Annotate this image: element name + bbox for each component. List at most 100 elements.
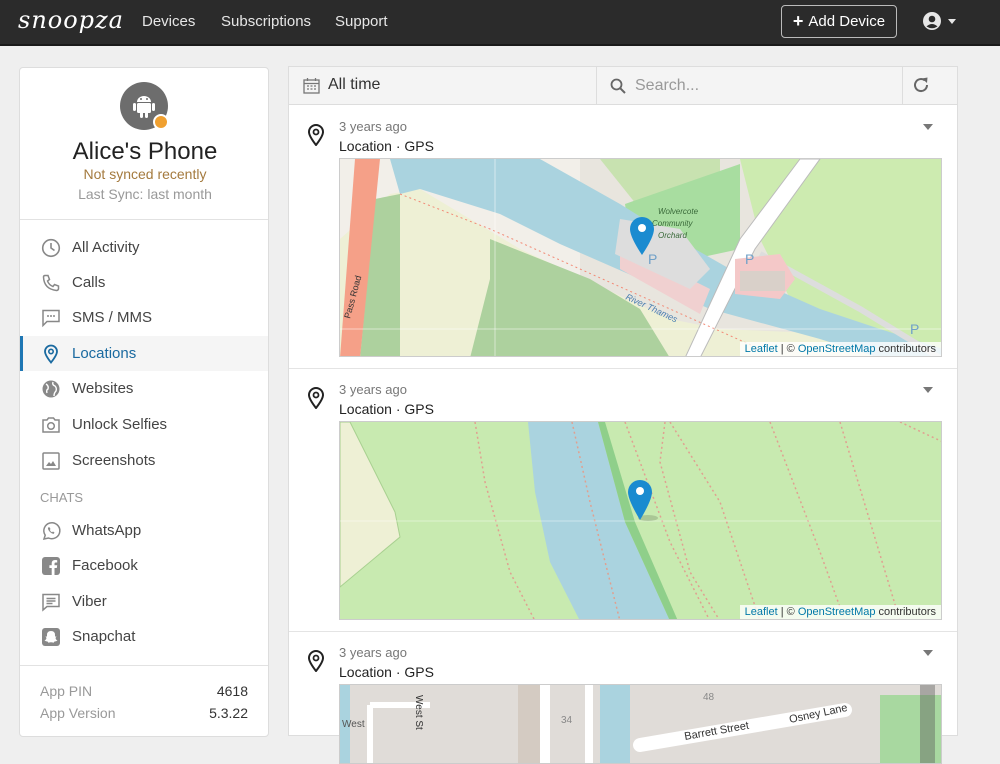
app-pin-label: App PIN [40, 683, 93, 699]
refresh-button[interactable] [911, 75, 931, 100]
map-pin-icon [307, 387, 325, 409]
sidebar-item-label: Facebook [72, 557, 138, 574]
divider [20, 219, 268, 220]
sidebar-item-label: Websites [72, 380, 134, 397]
device-sidebar: Alice's Phone Not synced recently Last S… [19, 67, 269, 737]
location-entry: 3 years ago Location · GPS West St Barre… [289, 632, 957, 764]
osm-link[interactable]: OpenStreetMap [798, 606, 876, 618]
filter-toolbar: All time [289, 67, 957, 105]
phone-icon [41, 273, 61, 293]
message-icon [41, 308, 61, 328]
svg-text:P: P [910, 321, 919, 337]
osm-link[interactable]: OpenStreetMap [798, 343, 876, 355]
map-attribution: Leaflet | © OpenStreetMap contributors [739, 342, 941, 356]
svg-text:P: P [745, 251, 754, 267]
sidebar-item-websites[interactable]: Websites [20, 371, 268, 406]
entry-time: 3 years ago [339, 645, 407, 660]
sidebar-item-calls[interactable]: Calls [20, 265, 268, 300]
brand-logo[interactable]: snoopza [18, 6, 124, 34]
calendar-icon [303, 77, 320, 94]
sidebar-item-sms[interactable]: SMS / MMS [20, 300, 268, 335]
refresh-icon [914, 77, 929, 93]
caret-down-icon [948, 18, 956, 24]
date-filter-button[interactable]: All time [303, 76, 380, 94]
nav-support[interactable]: Support [335, 13, 388, 30]
app-version-row: App Version 5.3.22 [40, 705, 248, 721]
sidebar-item-locations[interactable]: Locations [20, 336, 268, 371]
map-label: Wolvercote [658, 207, 699, 216]
nav-subscriptions[interactable]: Subscriptions [221, 13, 311, 30]
sync-status: Not synced recently [83, 166, 207, 182]
map-tiles: Wolvercote Community Orchard River Thame… [340, 159, 941, 356]
viber-icon [41, 592, 61, 612]
date-filter-label: All time [328, 76, 381, 93]
last-sync: Last Sync: last month [78, 186, 212, 202]
map-tiles [340, 422, 941, 619]
sidebar-item-label: Viber [72, 593, 107, 610]
nav-devices[interactable]: Devices [142, 13, 195, 30]
chats-section-label: CHATS [40, 490, 84, 505]
search-icon [610, 78, 626, 94]
clock-icon [41, 238, 61, 258]
sidebar-item-label: SMS / MMS [72, 309, 153, 326]
sidebar-item-screenshots[interactable]: Screenshots [20, 443, 268, 478]
map-label: 34 [561, 715, 573, 726]
expand-caret-icon[interactable] [923, 387, 933, 393]
image-icon [41, 451, 61, 471]
map-label: 48 [703, 692, 715, 703]
leaflet-link[interactable]: Leaflet [745, 343, 778, 355]
expand-caret-icon[interactable] [923, 650, 933, 656]
sidebar-item-viber[interactable]: Viber [20, 584, 268, 619]
sidebar-item-label: Unlock Selfies [72, 416, 168, 433]
location-map[interactable]: West St Barrett Street Osney Lane 48 34 … [339, 684, 942, 764]
add-device-button[interactable]: + Add Device [781, 5, 897, 38]
sidebar-item-unlock-selfies[interactable]: Unlock Selfies [20, 407, 268, 442]
app-version-value: 5.3.22 [209, 705, 248, 721]
map-pin-icon [307, 650, 325, 672]
sidebar-item-label: Locations [72, 345, 137, 362]
sidebar-item-whatsapp[interactable]: WhatsApp [20, 513, 268, 548]
sidebar-item-label: Screenshots [72, 452, 156, 469]
plus-icon: + [792, 11, 804, 31]
top-navbar: snoopza Devices Subscriptions Support + … [0, 0, 1000, 46]
location-map[interactable]: Wolvercote Community Orchard River Thame… [339, 158, 942, 357]
map-attribution: Leaflet | © OpenStreetMap contributors [739, 605, 941, 619]
user-menu[interactable] [922, 11, 956, 31]
entry-type: Location · GPS [339, 138, 434, 154]
entry-time: 3 years ago [339, 382, 407, 397]
leaflet-link[interactable]: Leaflet [745, 606, 778, 618]
globe-icon [41, 379, 61, 399]
sidebar-item-label: Calls [72, 274, 106, 291]
svg-text:P: P [648, 251, 657, 267]
sync-status-dot [153, 114, 169, 130]
sidebar-item-label: Snapchat [72, 628, 136, 645]
snapchat-icon [41, 627, 61, 647]
entry-time: 3 years ago [339, 119, 407, 134]
app-pin-value: 4618 [216, 683, 248, 699]
sidebar-item-facebook[interactable]: Facebook [20, 548, 268, 583]
whatsapp-icon [41, 521, 61, 541]
locations-panel: All time 3 years ago Location · GPS [288, 66, 958, 764]
entry-type: Location · GPS [339, 401, 434, 417]
search-box [596, 67, 903, 105]
map-pin-icon [307, 124, 325, 146]
sidebar-item-label: WhatsApp [72, 522, 142, 539]
user-circle-icon [923, 12, 941, 30]
entry-type: Location · GPS [339, 664, 434, 680]
sidebar-item-all-activity[interactable]: All Activity [20, 230, 268, 265]
search-input[interactable] [635, 77, 875, 95]
map-label: Orchard [658, 231, 687, 240]
map-pin-icon [41, 344, 61, 364]
location-entry: 3 years ago Location · GPS [289, 106, 957, 369]
app-pin-row: App PIN 4618 [40, 683, 248, 699]
device-name: Alice's Phone [72, 138, 218, 165]
app-version-label: App Version [40, 705, 116, 721]
add-device-label: Add Device [808, 13, 886, 30]
sidebar-item-label: All Activity [72, 239, 140, 256]
android-icon [133, 96, 155, 118]
location-map[interactable]: Leaflet | © OpenStreetMap contributors [339, 421, 942, 620]
sidebar-item-snapchat[interactable]: Snapchat [20, 619, 268, 654]
facebook-icon [41, 556, 61, 576]
expand-caret-icon[interactable] [923, 124, 933, 130]
camera-icon [41, 415, 61, 435]
